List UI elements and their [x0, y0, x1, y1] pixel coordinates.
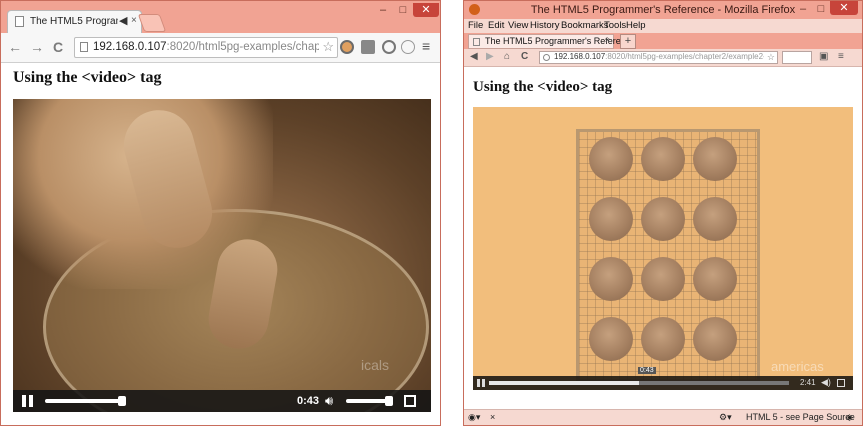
new-tab-button[interactable]: [137, 14, 167, 32]
home-icon[interactable]: ⌂: [504, 51, 510, 62]
volume-icon[interactable]: 🔊︎: [325, 393, 333, 409]
extension-icon[interactable]: [382, 40, 396, 54]
close-addon-bar-icon[interactable]: ×: [490, 412, 495, 422]
muffin: [693, 257, 737, 301]
chrome-titlebar: The HTML5 Programm ◀ × – □ ✕: [1, 1, 440, 33]
extension-icon[interactable]: [340, 40, 354, 54]
maximize-button[interactable]: □: [813, 2, 829, 16]
seek-handle[interactable]: [118, 396, 126, 406]
pause-icon[interactable]: [477, 379, 485, 387]
chrome-window: The HTML5 Programm ◀ × – □ ✕ ← → C 192.1…: [0, 0, 441, 426]
chrome-page-content: Using the <video> tag icals 0:43 🔊︎: [1, 63, 440, 425]
menu-icon[interactable]: ≡: [838, 51, 844, 62]
page-icon: [15, 16, 24, 27]
chrome-toolbar: ← → C 192.168.0.107:8020/html5pg-example…: [1, 33, 440, 63]
globe-icon: [543, 54, 550, 61]
video-player[interactable]: americas 0:43 2:41 ◀): [473, 107, 853, 390]
close-button[interactable]: ✕: [413, 3, 439, 17]
seek-bar[interactable]: [489, 381, 789, 385]
menu-file[interactable]: File: [468, 20, 483, 31]
minimize-button[interactable]: –: [373, 3, 393, 17]
muffin: [693, 317, 737, 361]
video-watermark: americas: [771, 359, 824, 374]
page-icon: [473, 38, 480, 46]
new-tab-button[interactable]: +: [620, 34, 636, 49]
extension-icon[interactable]: [361, 40, 375, 54]
address-bar[interactable]: 192.168.0.107:8020/html5pg-examples/chap…: [74, 37, 338, 58]
back-arrow-icon[interactable]: ←: [8, 39, 22, 55]
addon-icon[interactable]: ▣: [819, 51, 828, 62]
status-bar: ◉▾ × ⚙▾ HTML 5 - see Page Source ◈: [464, 409, 862, 425]
speaker-icon: ◀: [119, 15, 128, 27]
page-heading: Using the <video> tag: [473, 79, 613, 95]
forward-arrow-icon[interactable]: ▶: [486, 51, 494, 62]
pause-icon[interactable]: [22, 395, 34, 407]
fullscreen-icon[interactable]: [837, 379, 845, 387]
search-box[interactable]: [782, 51, 812, 64]
muffin: [589, 197, 633, 241]
muffin: [589, 257, 633, 301]
status-layers-icon: ◈: [846, 412, 853, 422]
forward-arrow-icon[interactable]: →: [30, 39, 44, 55]
status-addon-icon: ⚙▾: [719, 412, 732, 422]
menu-bar: File Edit View History Bookmarks Tools H…: [464, 19, 862, 33]
chrome-tab[interactable]: The HTML5 Programm ◀ ×: [7, 10, 142, 33]
navigation-toolbar: ◀ ▶ ⌂ C 192.168.0.107:8020/html5pg-examp…: [464, 49, 862, 67]
firefox-tab[interactable]: The HTML5 Programmer's Reference ×: [468, 34, 635, 49]
star-icon[interactable]: ☆: [767, 52, 775, 63]
firefox-titlebar: The HTML5 Programmer's Reference - Mozil…: [464, 1, 862, 19]
reload-icon[interactable]: C: [53, 39, 63, 55]
menu-history[interactable]: History: [530, 20, 560, 31]
addon-bar-icon[interactable]: ◉▾: [468, 412, 480, 423]
duration: 2:41: [800, 378, 816, 387]
muffin: [641, 137, 685, 181]
page-icon: [80, 42, 88, 52]
tab-strip: The HTML5 Programmer's Reference × +: [464, 33, 862, 49]
menu-tools[interactable]: Tools: [604, 20, 626, 31]
volume-icon[interactable]: ◀): [821, 377, 831, 388]
chrome-tab-title: The HTML5 Programm: [30, 16, 118, 27]
seek-progress: [489, 381, 639, 385]
muffin: [693, 197, 737, 241]
muffin: [641, 197, 685, 241]
firefox-window: The HTML5 Programmer's Reference - Mozil…: [463, 0, 863, 426]
menu-bookmarks[interactable]: Bookmarks: [561, 20, 609, 31]
firefox-tab-title: The HTML5 Programmer's Reference: [485, 36, 636, 46]
address-bar[interactable]: 192.168.0.107:8020/html5pg-examples/chap…: [539, 51, 778, 64]
firefox-page-content: Using the <video> tag americas 0:43 2:41…: [464, 67, 862, 409]
volume-slider[interactable]: [346, 399, 390, 403]
tab-close-button[interactable]: ×: [605, 35, 610, 45]
menu-icon[interactable]: ≡: [422, 38, 430, 54]
star-icon[interactable]: ☆: [322, 39, 334, 55]
video-controls: 0:43 🔊︎: [13, 390, 431, 412]
maximize-button[interactable]: □: [394, 3, 412, 17]
url-text: 192.168.0.107:8020/html5pg-examples/chap…: [93, 41, 319, 53]
menu-view[interactable]: View: [508, 20, 528, 31]
seek-bar[interactable]: [45, 399, 123, 403]
seek-tooltip: 0:43: [638, 367, 656, 374]
muffin: [589, 317, 633, 361]
status-text: HTML 5 - see Page Source: [746, 412, 855, 422]
minimize-button[interactable]: –: [794, 2, 812, 16]
muffin: [589, 137, 633, 181]
back-arrow-icon[interactable]: ◀: [470, 51, 478, 62]
menu-edit[interactable]: Edit: [488, 20, 504, 31]
tab-close-button[interactable]: ×: [131, 15, 137, 26]
volume-handle[interactable]: [385, 396, 393, 406]
video-watermark: icals: [361, 357, 390, 373]
page-heading: Using the <video> tag: [13, 69, 162, 86]
muffin: [641, 257, 685, 301]
menu-help[interactable]: Help: [626, 20, 646, 31]
extension-icon[interactable]: [401, 40, 415, 54]
close-button[interactable]: ✕: [830, 1, 858, 15]
reload-icon[interactable]: C: [521, 51, 528, 62]
muffin: [693, 137, 737, 181]
video-controls: 0:43 2:41 ◀): [473, 367, 853, 390]
current-time: 0:43: [297, 395, 320, 407]
video-player[interactable]: icals 0:43 🔊︎: [13, 99, 431, 412]
url-text: 192.168.0.107:8020/html5pg-examples/chap…: [554, 52, 764, 61]
muffin: [641, 317, 685, 361]
fullscreen-icon[interactable]: [404, 395, 416, 407]
